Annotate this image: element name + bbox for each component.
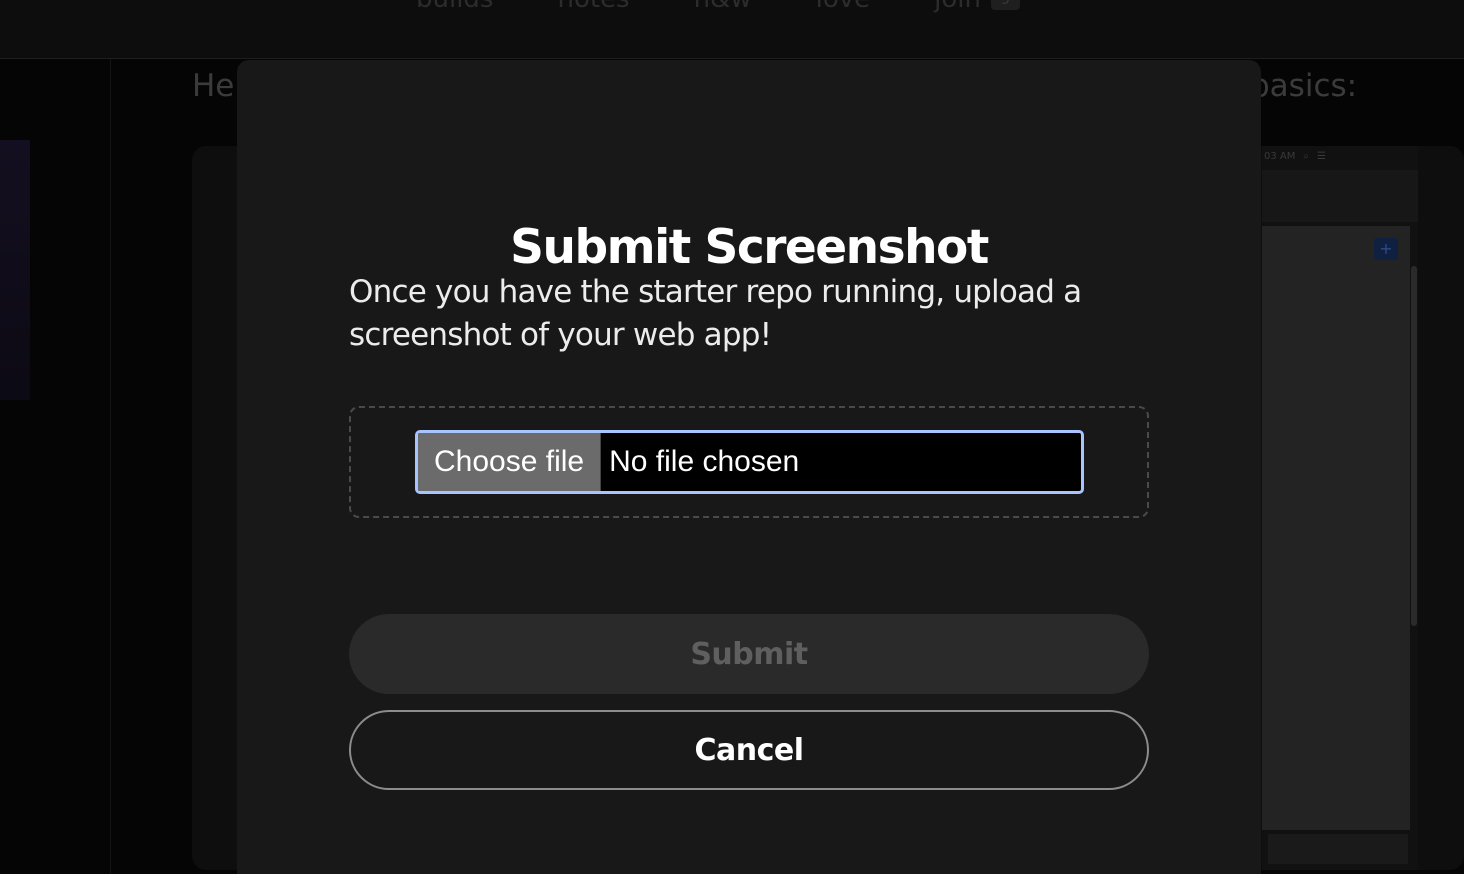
nav-item-love[interactable]: love xyxy=(816,0,871,14)
file-input[interactable]: Choose file No file chosen xyxy=(415,430,1084,494)
screenshot-time: 03 AM xyxy=(1264,150,1296,162)
screenshot-dock xyxy=(1268,834,1408,864)
screenshot-scrollbar xyxy=(1411,266,1417,626)
join-count-badge: 9 xyxy=(991,0,1020,10)
nav-item-builds[interactable]: builds xyxy=(416,0,493,14)
intro-text-right: basics: xyxy=(1250,68,1358,104)
screenshot-tabs xyxy=(1262,170,1418,222)
nav-item-notes[interactable]: notes xyxy=(557,0,629,14)
example-screenshot: 03 AM ⌕ ☰ + xyxy=(1262,146,1418,870)
nav-item-hw[interactable]: h&w xyxy=(694,0,752,14)
nav-item-join-label: join xyxy=(934,0,981,14)
nav-item-join[interactable]: join 9 xyxy=(934,0,1020,14)
search-icon: ⌕ xyxy=(1303,150,1309,162)
choose-file-button[interactable]: Choose file xyxy=(418,433,602,491)
site-nav: builds notes h&w love join 9 xyxy=(416,0,1020,14)
submit-button[interactable]: Submit xyxy=(349,614,1149,694)
cancel-button[interactable]: Cancel xyxy=(349,710,1149,790)
page: builds notes h&w love join9 Her basics: … xyxy=(0,0,1464,874)
menu-icon: ☰ xyxy=(1316,150,1326,162)
screenshot-menubar: 03 AM ⌕ ☰ xyxy=(1262,146,1420,166)
modal-title: Submit Screenshot xyxy=(510,220,989,275)
site-header: builds notes h&w love join 9 xyxy=(0,0,1464,59)
plus-icon: + xyxy=(1374,238,1398,260)
side-thumbnail xyxy=(0,140,30,400)
screenshot-body xyxy=(1262,226,1410,830)
modal-description: Once you have the starter repo running, … xyxy=(349,274,1082,353)
file-status-text: No file chosen xyxy=(609,445,800,478)
